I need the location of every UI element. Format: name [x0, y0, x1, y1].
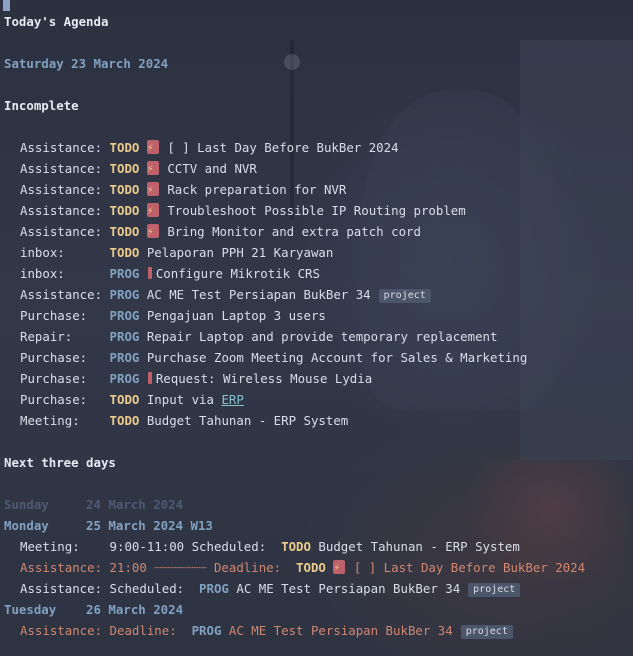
agenda-item[interactable]: Purchase: PROG Purchase Zoom Meeting Acc… [20, 347, 527, 368]
item-title: Troubleshoot Possible IP Routing problem [167, 203, 466, 218]
item-category: Purchase: [20, 350, 110, 365]
item-category: Purchase: [20, 392, 110, 407]
item-time-info: 9:00-11:00 Scheduled: [79, 539, 267, 554]
item-title: Pengajuan Laptop 3 users [146, 308, 326, 323]
item-state-keyword[interactable]: TODO [110, 140, 140, 155]
item-state-keyword[interactable]: TODO [110, 392, 140, 407]
item-category: Purchase: [20, 308, 110, 323]
item-state-keyword[interactable]: PROG [110, 371, 140, 386]
item-state-keyword[interactable]: TODO [110, 224, 140, 239]
item-category: Purchase: [20, 371, 110, 386]
lightning-bolt-icon [146, 200, 159, 221]
agenda-item[interactable]: Assistance: TODO Troubleshoot Possible I… [20, 200, 466, 221]
item-category: inbox: [20, 266, 110, 281]
day-heading[interactable]: Monday 25 March 2024 W13 [4, 515, 213, 536]
item-title: Purchase Zoom Meeting Account for Sales … [146, 350, 528, 365]
item-category: Assistance: [20, 140, 110, 155]
item-state-keyword[interactable]: TODO [296, 560, 326, 575]
item-state-keyword[interactable]: PROG [110, 329, 140, 344]
day-heading[interactable]: Tuesday 26 March 2024 [4, 599, 183, 620]
item-title: AC ME Test Persiapan BukBer 34 [228, 623, 453, 638]
item-state-keyword[interactable]: TODO [281, 539, 311, 554]
agenda-item[interactable]: Meeting: TODO Budget Tahunan - ERP Syste… [20, 410, 348, 431]
lightning-bolt-icon [146, 221, 159, 242]
item-state-keyword[interactable]: TODO [110, 182, 140, 197]
item-title: AC ME Test Persiapan BukBer 34 [146, 287, 371, 302]
item-time-info: Scheduled: [102, 581, 185, 596]
item-title: Budget Tahunan - ERP System [146, 413, 349, 428]
today-date-heading[interactable]: Saturday 23 March 2024 [4, 53, 168, 74]
agenda-item[interactable]: Purchase: PROG Pengajuan Laptop 3 users [20, 305, 326, 326]
item-title: [ ] Last Day Before BukBer 2024 [353, 560, 586, 575]
lightning-bolt-icon [146, 179, 159, 200]
item-time-info: 21:00 ┈┈┈┈┈┈┈ Deadline: [102, 560, 282, 575]
org-agenda-view: Today's Agenda Saturday 23 March 2024 In… [0, 0, 633, 656]
item-category: Assistance: [20, 623, 103, 638]
agenda-item[interactable]: inbox: PROG Configure Mikrotik CRS [20, 263, 320, 284]
item-category: Repair: [20, 329, 110, 344]
item-tag: project [460, 625, 513, 639]
agenda-item[interactable]: Assistance: TODO Rack preparation for NV… [20, 179, 346, 200]
lightning-bolt-icon [146, 137, 159, 158]
item-title: Request: Wireless Mouse Lydia [155, 371, 373, 386]
lightning-bolt-icon [333, 557, 346, 578]
item-state-keyword[interactable]: PROG [110, 287, 140, 302]
incomplete-section-header: Incomplete [4, 98, 79, 113]
agenda-item[interactable]: Assistance: TODO Bring Monitor and extra… [20, 221, 421, 242]
item-category: Assistance: [20, 161, 110, 176]
item-tag: project [468, 583, 521, 597]
item-title: Input via [146, 392, 222, 407]
item-state-keyword[interactable]: PROG [199, 581, 229, 596]
item-title: [ ] Last Day Before BukBer 2024 [167, 140, 399, 155]
item-title: AC ME Test Persiapan BukBer 34 [236, 581, 461, 596]
item-state-keyword[interactable]: TODO [110, 161, 140, 176]
item-time-info: Deadline: [102, 623, 177, 638]
agenda-item[interactable]: Purchase: PROG Request: Wireless Mouse L… [20, 368, 372, 389]
agenda-item[interactable]: Assistance: TODO CCTV and NVR [20, 158, 257, 179]
agenda-item[interactable]: Assistance: PROG AC ME Test Persiapan Bu… [20, 284, 431, 305]
item-state-keyword[interactable]: TODO [110, 203, 140, 218]
item-title: CCTV and NVR [167, 161, 257, 176]
item-category: Meeting: [20, 539, 80, 554]
item-state-keyword[interactable]: PROG [110, 266, 140, 281]
agenda-item[interactable]: inbox: TODO Pelaporan PPH 21 Karyawan [20, 242, 333, 263]
item-tag: project [378, 289, 431, 303]
item-category: Assistance: [20, 287, 110, 302]
agenda-item[interactable]: Meeting: 9:00-11:00 Scheduled: TODO Budg… [20, 536, 520, 557]
agenda-item[interactable]: Assistance: 21:00 ┈┈┈┈┈┈┈ Deadline: TODO… [20, 557, 585, 578]
item-state-keyword[interactable]: PROG [192, 623, 222, 638]
item-title: Rack preparation for NVR [167, 182, 347, 197]
day-heading[interactable]: Sunday 24 March 2024 [4, 494, 183, 515]
item-state-keyword[interactable]: TODO [110, 245, 140, 260]
lightning-bolt-icon [146, 158, 159, 179]
item-state-keyword[interactable]: PROG [110, 350, 140, 365]
item-category: Assistance: [20, 224, 110, 239]
item-link[interactable]: ERP [221, 392, 243, 407]
item-category: Assistance: [20, 203, 110, 218]
agenda-item[interactable]: Assistance: TODO [ ] Last Day Before Buk… [20, 137, 399, 158]
agenda-title: Today's Agenda [4, 14, 109, 29]
item-title: Pelaporan PPH 21 Karyawan [146, 245, 334, 260]
agenda-item[interactable]: Purchase: TODO Input via ERP [20, 389, 244, 410]
item-title: Repair Laptop and provide temporary repl… [146, 329, 498, 344]
exclamation-icon [147, 267, 152, 279]
item-state-keyword[interactable]: TODO [110, 413, 140, 428]
item-title: Budget Tahunan - ERP System [318, 539, 520, 554]
item-title: Bring Monitor and extra patch cord [167, 224, 421, 239]
item-category: Assistance: [20, 581, 103, 596]
item-category: Assistance: [20, 560, 103, 575]
item-title: Configure Mikrotik CRS [155, 266, 320, 281]
agenda-item[interactable]: Assistance: Deadline: PROG AC ME Test Pe… [20, 620, 513, 641]
next-days-section-header: Next three days [4, 455, 116, 470]
agenda-item[interactable]: Assistance: Scheduled: PROG AC ME Test P… [20, 578, 521, 599]
item-category: Meeting: [20, 413, 110, 428]
exclamation-icon [147, 372, 152, 384]
item-state-keyword[interactable]: PROG [110, 308, 140, 323]
item-category: inbox: [20, 245, 110, 260]
agenda-item[interactable]: Repair: PROG Repair Laptop and provide t… [20, 326, 497, 347]
item-category: Assistance: [20, 182, 110, 197]
